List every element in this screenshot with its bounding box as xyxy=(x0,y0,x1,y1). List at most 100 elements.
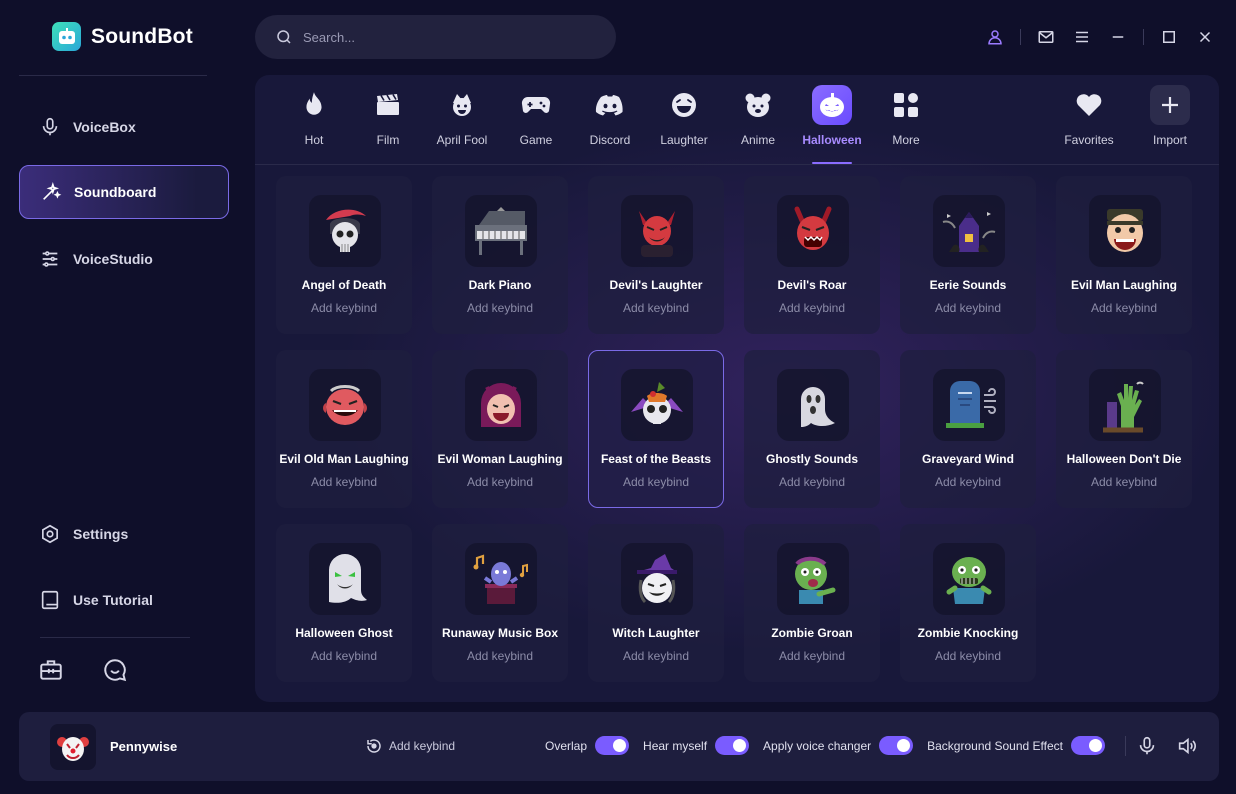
zombie-knocking-icon xyxy=(933,543,1005,615)
mail-icon[interactable] xyxy=(1035,26,1057,48)
sound-card-evil-woman-laughing[interactable]: Evil Woman Laughing Add keybind xyxy=(432,350,568,508)
grim-reaper-icon xyxy=(309,195,381,267)
add-keybind-link[interactable]: Add keybind xyxy=(589,475,723,489)
search-icon xyxy=(277,30,291,44)
background-sound-effect-toggle[interactable] xyxy=(1071,736,1105,755)
sound-card-zombie-groan[interactable]: Zombie Groan Add keybind xyxy=(744,524,880,682)
divider xyxy=(1143,29,1144,45)
jester-icon xyxy=(442,85,482,125)
sound-card-runaway-music-box[interactable]: Runaway Music Box Add keybind xyxy=(432,524,568,682)
add-keybind-link[interactable]: Add keybind xyxy=(901,301,1035,315)
tab-anime[interactable]: Anime xyxy=(721,85,795,165)
sound-card-eerie-sounds[interactable]: Eerie Sounds Add keybind xyxy=(900,176,1036,334)
magic-wand-icon xyxy=(43,182,62,200)
evil-woman-face-icon xyxy=(465,369,537,441)
add-keybind-link[interactable]: Add keybind xyxy=(433,649,567,663)
sound-name: Devil's Roar xyxy=(777,278,847,292)
sound-card-halloween-ghost[interactable]: Halloween Ghost Add keybind xyxy=(276,524,412,682)
tab-label: Halloween xyxy=(802,133,862,147)
clapperboard-icon xyxy=(368,85,408,125)
toolbox-icon[interactable] xyxy=(38,657,64,683)
sidebar-item-settings[interactable]: Settings xyxy=(19,507,229,561)
tab-film[interactable]: Film xyxy=(351,85,425,165)
sound-card-zombie-knocking[interactable]: Zombie Knocking Add keybind xyxy=(900,524,1036,682)
add-keybind-link[interactable]: Add keybind xyxy=(277,475,411,489)
sound-card-feast-of-the-beasts[interactable]: Feast of the Beasts Add keybind xyxy=(588,350,724,508)
sound-card-evil-man-laughing[interactable]: Evil Man Laughing Add keybind xyxy=(1056,176,1192,334)
sound-card-devils-laughter[interactable]: Devil's Laughter Add keybind xyxy=(588,176,724,334)
add-keybind-link[interactable]: Add keybind xyxy=(1057,301,1191,315)
overlap-toggle-group: Overlap xyxy=(545,736,630,755)
voice-toggles: Overlap Hear myself Apply voice changer … xyxy=(541,736,1105,755)
sound-name: Ghostly Sounds xyxy=(765,452,858,466)
menu-icon[interactable] xyxy=(1071,26,1093,48)
tab-favorites[interactable]: Favorites xyxy=(1052,85,1126,165)
apply-voice-changer-toggle-group: Apply voice changer xyxy=(763,736,914,755)
sidebar-item-use-tutorial[interactable]: Use Tutorial xyxy=(19,573,229,627)
tab-label: Hot xyxy=(304,133,324,147)
sound-card-dark-piano[interactable]: Dark Piano Add keybind xyxy=(432,176,568,334)
grid-icon xyxy=(886,85,926,125)
add-keybind-link[interactable]: Add keybind xyxy=(589,649,723,663)
evil-man-face-icon xyxy=(1089,195,1161,267)
sidebar-item-voicebox[interactable]: VoiceBox xyxy=(19,100,229,154)
add-keybind-link[interactable]: Add keybind xyxy=(901,649,1035,663)
hear-myself-toggle-group: Hear myself xyxy=(643,736,750,755)
tab-hot[interactable]: Hot xyxy=(277,85,351,165)
sidebar-item-voicestudio[interactable]: VoiceStudio xyxy=(19,232,229,286)
apply-voice-changer-toggle[interactable] xyxy=(879,736,914,755)
sound-card-witch-laughter[interactable]: Witch Laughter Add keybind xyxy=(588,524,724,682)
current-voice-name: Pennywise xyxy=(110,739,178,754)
sound-card-evil-old-man-laughing[interactable]: Evil Old Man Laughing Add keybind xyxy=(276,350,412,508)
add-keybind-link[interactable]: Add keybind xyxy=(901,475,1035,489)
sound-card-devils-roar[interactable]: Devil's Roar Add keybind xyxy=(744,176,880,334)
window-controls xyxy=(984,26,1216,48)
add-keybind-button[interactable]: Add keybind xyxy=(365,737,455,755)
hear-myself-toggle[interactable] xyxy=(715,736,750,755)
sound-name: Evil Man Laughing xyxy=(1070,278,1177,292)
add-keybind-link[interactable]: Add keybind xyxy=(1057,475,1191,489)
sidebar-item-soundboard[interactable]: Soundboard xyxy=(19,165,229,219)
toggle-label: Background Sound Effect xyxy=(927,738,1063,753)
minimize-icon[interactable] xyxy=(1107,26,1129,48)
now-playing-bar: Pennywise Add keybind Overlap Hear mysel… xyxy=(19,712,1219,781)
chat-support-icon[interactable] xyxy=(102,657,128,683)
maximize-icon[interactable] xyxy=(1158,26,1180,48)
tab-april-fool[interactable]: April Fool xyxy=(425,85,499,165)
sound-name: Zombie Knocking xyxy=(917,626,1019,640)
tab-import[interactable]: Import xyxy=(1133,85,1207,165)
microphone-icon xyxy=(42,117,58,136)
tab-halloween[interactable]: Halloween xyxy=(795,85,869,165)
microphone-icon[interactable] xyxy=(1136,735,1158,757)
user-account-icon[interactable] xyxy=(984,26,1006,48)
devil-icon xyxy=(621,195,693,267)
add-keybind-link[interactable]: Add keybind xyxy=(589,301,723,315)
tab-laughter[interactable]: Laughter xyxy=(647,85,721,165)
add-keybind-link[interactable]: Add keybind xyxy=(277,649,411,663)
sound-card-angel-of-death[interactable]: Angel of Death Add keybind xyxy=(276,176,412,334)
add-keybind-link[interactable]: Add keybind xyxy=(745,649,879,663)
search-bar[interactable] xyxy=(255,15,616,59)
overlap-toggle[interactable] xyxy=(595,736,630,755)
add-keybind-link[interactable]: Add keybind xyxy=(277,301,411,315)
tab-more[interactable]: More xyxy=(869,85,943,165)
tab-label: More xyxy=(892,133,920,147)
close-icon[interactable] xyxy=(1194,26,1216,48)
robot-logo-icon xyxy=(52,22,81,51)
tab-game[interactable]: Game xyxy=(499,85,573,165)
add-keybind-label: Add keybind xyxy=(389,739,456,753)
sound-card-ghostly-sounds[interactable]: Ghostly Sounds Add keybind xyxy=(744,350,880,508)
add-keybind-link[interactable]: Add keybind xyxy=(433,301,567,315)
witch-icon xyxy=(621,543,693,615)
add-keybind-link[interactable]: Add keybind xyxy=(433,475,567,489)
sound-card-graveyard-wind[interactable]: Graveyard Wind Add keybind xyxy=(900,350,1036,508)
sound-card-halloween-dont-die[interactable]: Halloween Don't Die Add keybind xyxy=(1056,350,1192,508)
speaker-icon[interactable] xyxy=(1176,735,1198,757)
add-keybind-link[interactable]: Add keybind xyxy=(745,301,879,315)
search-input[interactable] xyxy=(303,29,583,45)
tab-discord[interactable]: Discord xyxy=(573,85,647,165)
add-keybind-link[interactable]: Add keybind xyxy=(745,475,879,489)
ghost-icon xyxy=(777,369,849,441)
book-icon xyxy=(41,590,59,610)
discord-icon xyxy=(590,85,630,125)
